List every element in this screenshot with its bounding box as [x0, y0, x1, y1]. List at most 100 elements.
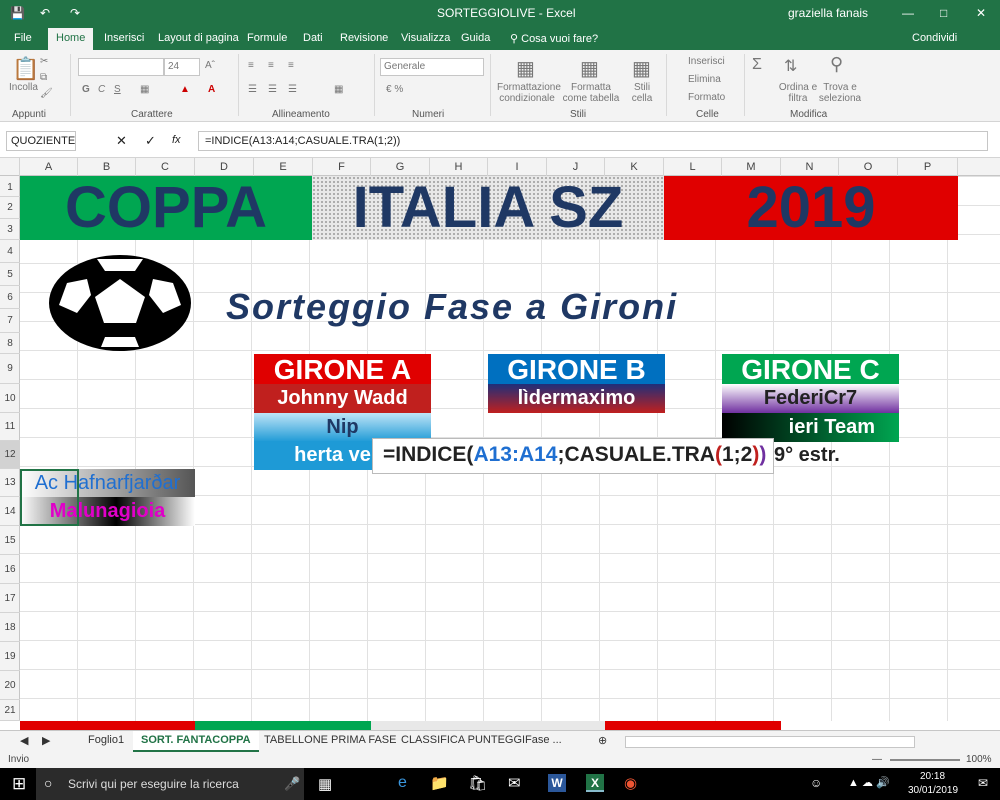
font-size-select[interactable]: 24 — [164, 58, 200, 76]
currency-icon[interactable]: € % — [386, 84, 403, 95]
zoom-slider[interactable] — [890, 759, 960, 761]
cancel-icon[interactable]: ✕ — [116, 133, 127, 149]
italic-button[interactable]: C — [98, 84, 105, 95]
column-header[interactable]: E — [254, 158, 313, 176]
column-header[interactable]: H — [430, 158, 488, 176]
align-bottom-icon[interactable]: ≡ — [288, 60, 294, 71]
cell-styles-icon[interactable]: ▦ — [632, 56, 651, 81]
format-table-button[interactable]: Formatta come tabella — [559, 82, 623, 104]
column-header[interactable]: C — [136, 158, 195, 176]
column-header[interactable]: N — [781, 158, 839, 176]
word-icon[interactable]: W — [548, 774, 566, 792]
save-icon[interactable]: 💾 — [10, 6, 25, 20]
column-header[interactable]: P — [898, 158, 958, 176]
task-view-icon[interactable]: ▦ — [318, 775, 332, 793]
column-header[interactable]: B — [78, 158, 136, 176]
row-header[interactable]: 7 — [0, 309, 20, 333]
sheet-tab[interactable]: TABELLONE PRIMA FASE — [264, 734, 396, 746]
people-icon[interactable]: ☺ — [810, 776, 822, 790]
row-header[interactable]: 6 — [0, 286, 20, 309]
edge-icon[interactable]: e — [398, 774, 407, 792]
delete-cells-button[interactable]: Elimina — [688, 74, 721, 85]
store-icon[interactable]: 🛍 — [468, 774, 487, 792]
bold-button[interactable]: G — [82, 84, 90, 95]
align-top-icon[interactable]: ≡ — [248, 60, 254, 71]
close-icon[interactable]: ✕ — [976, 6, 986, 20]
column-header[interactable]: A — [20, 158, 78, 176]
number-format-select[interactable]: Generale — [380, 58, 484, 76]
tab-data[interactable]: Dati — [303, 32, 323, 44]
conditional-format-button[interactable]: Formattazione condizionale — [497, 82, 561, 104]
column-header[interactable]: K — [605, 158, 664, 176]
row-header[interactable]: 11 — [0, 413, 20, 441]
row-header[interactable]: 9 — [0, 354, 20, 384]
sheet-tab[interactable]: Fase ... — [525, 734, 562, 746]
minimize-icon[interactable]: — — [902, 6, 914, 20]
column-header[interactable]: I — [488, 158, 547, 176]
tab-file[interactable]: File — [14, 32, 32, 44]
row-header[interactable]: 19 — [0, 642, 20, 671]
cell-styles-button[interactable]: Stili cella — [628, 82, 656, 104]
enter-icon[interactable]: ✓ — [145, 133, 156, 149]
add-sheet-icon[interactable]: ⊕ — [598, 734, 607, 747]
copy-icon[interactable]: ⧉ — [40, 72, 47, 83]
row-header[interactable]: 17 — [0, 584, 20, 613]
selected-range[interactable] — [20, 469, 79, 526]
select-all-button[interactable] — [0, 158, 20, 176]
tray-icons[interactable]: ▲ ☁ 🔊 — [848, 776, 890, 789]
format-cells-button[interactable]: Formato — [688, 92, 725, 103]
column-header[interactable]: G — [371, 158, 430, 176]
grow-font-icon[interactable]: Aˆ — [205, 60, 215, 71]
tab-page-layout[interactable]: Layout di pagina — [158, 32, 239, 44]
row-header[interactable]: 18 — [0, 613, 20, 642]
microphone-icon[interactable]: 🎤 — [284, 776, 300, 792]
fill-color-icon[interactable]: ▲ — [180, 84, 190, 95]
borders-icon[interactable]: ▦ — [140, 84, 149, 95]
maximize-icon[interactable]: □ — [940, 6, 947, 20]
file-explorer-icon[interactable]: 📁 — [430, 774, 449, 792]
tab-view[interactable]: Visualizza — [401, 32, 450, 44]
tab-review[interactable]: Revisione — [340, 32, 388, 44]
taskbar-search[interactable]: ○ Scrivi qui per eseguire la ricerca 🎤 — [36, 768, 304, 800]
format-table-icon[interactable]: ▦ — [580, 56, 599, 81]
column-header[interactable]: M — [722, 158, 781, 176]
row-header[interactable]: 2 — [0, 197, 20, 219]
notifications-icon[interactable]: ✉ — [978, 776, 988, 790]
row-header[interactable]: 3 — [0, 219, 20, 240]
column-header[interactable]: J — [547, 158, 605, 176]
formula-input[interactable]: =INDICE(A13:A14;CASUALE.TRA(1;2)) — [198, 131, 988, 151]
find-icon[interactable]: ⚲ — [830, 54, 843, 75]
tab-formulas[interactable]: Formule — [247, 32, 287, 44]
redo-icon[interactable]: ↷ — [70, 6, 80, 20]
find-select-button[interactable]: Trova e seleziona — [818, 82, 862, 104]
font-name-select[interactable] — [78, 58, 164, 76]
row-header[interactable]: 4 — [0, 240, 20, 263]
next-sheet-icon[interactable]: ▶ — [42, 734, 50, 747]
name-box[interactable]: QUOZIENTE — [6, 131, 76, 151]
tell-me-box[interactable]: ⚲ Cosa vuoi fare? — [510, 32, 598, 45]
column-header[interactable]: L — [664, 158, 722, 176]
cut-icon[interactable]: ✂ — [40, 56, 48, 67]
row-header[interactable]: 5 — [0, 263, 20, 286]
row-header[interactable]: 13 — [0, 469, 20, 497]
column-header[interactable]: F — [313, 158, 371, 176]
paste-button[interactable]: Incolla — [9, 82, 38, 93]
windows-start-icon[interactable]: ⊞ — [12, 774, 26, 794]
excel-icon[interactable]: X — [586, 774, 604, 792]
row-header[interactable]: 10 — [0, 384, 20, 413]
row-header[interactable]: 1 — [0, 176, 20, 197]
paste-icon[interactable]: 📋 — [12, 56, 39, 82]
align-center-icon[interactable]: ☰ — [268, 84, 277, 95]
tab-help[interactable]: Guida — [461, 32, 490, 44]
cell-edit-box[interactable]: =INDICE(A13:A14;CASUALE.TRA(1;2)) — [372, 438, 774, 474]
underline-button[interactable]: S — [114, 84, 121, 95]
insert-cells-button[interactable]: Inserisci — [688, 56, 725, 67]
row-header[interactable]: 14 — [0, 497, 20, 526]
sort-filter-button[interactable]: Ordina e filtra — [778, 82, 818, 104]
tab-insert[interactable]: Inserisci — [104, 32, 144, 44]
format-painter-icon[interactable]: 🖌 — [40, 88, 53, 99]
horizontal-scrollbar[interactable] — [625, 736, 915, 748]
tab-home[interactable]: Home — [48, 28, 94, 50]
mail-icon[interactable]: ✉ — [508, 774, 521, 792]
align-left-icon[interactable]: ☰ — [248, 84, 257, 95]
